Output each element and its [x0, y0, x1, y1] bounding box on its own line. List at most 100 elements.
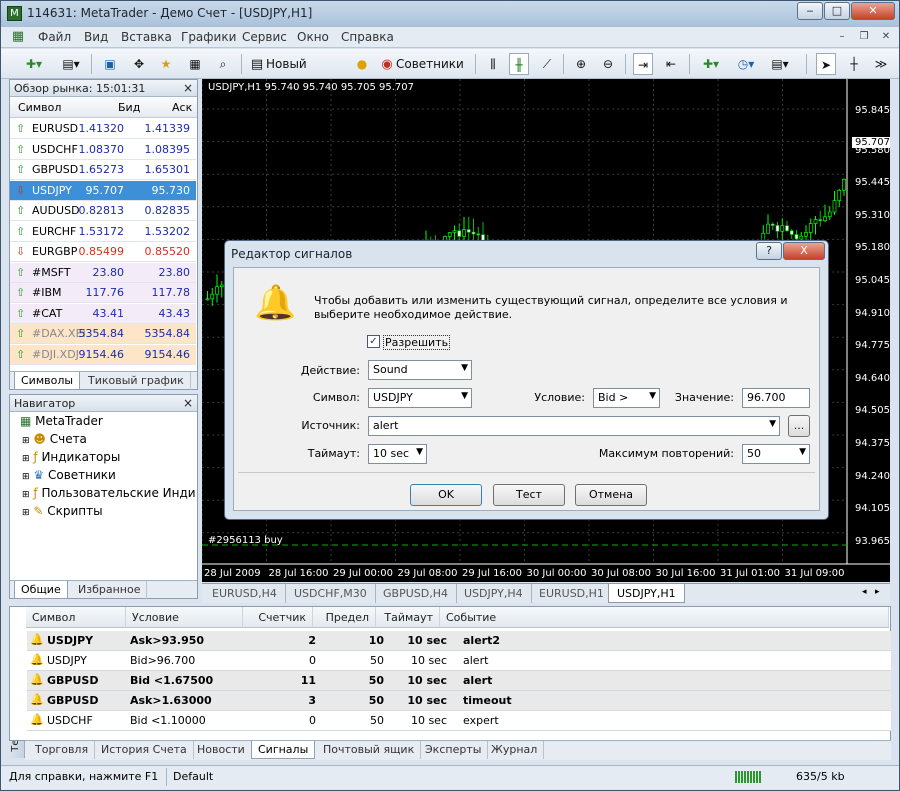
signal-row[interactable]: 🔔 USDCHF Bid <1.10000 0 50 10 sec expert [27, 711, 891, 731]
enable-checkbox[interactable]: ✓ [367, 335, 380, 348]
menu-window[interactable]: Окно [297, 30, 329, 44]
chart-tab[interactable]: USDCHF,M30 [286, 584, 376, 603]
chart-tab[interactable]: EURUSD,H4 [204, 584, 286, 603]
signal-row[interactable]: 🔔 USDJPY Bid>96.700 0 50 10 sec alert [27, 651, 891, 671]
crosshair-nav-icon[interactable]: ✥ [128, 53, 150, 75]
mdi-restore-icon[interactable]: ❐ [856, 29, 872, 45]
market-row[interactable]: ⇧ USDCHF 1.08370 1.08395 [10, 139, 196, 160]
tab-account-history[interactable]: История Счета [95, 741, 194, 759]
test-button[interactable]: Тест [493, 484, 565, 506]
expand-icon[interactable]: ⊞ [22, 436, 30, 446]
expand-icon[interactable]: ⊞ [22, 508, 30, 518]
navigator-icon[interactable]: ★ [155, 53, 177, 75]
signal-row[interactable]: 🔔 GBPUSD Bid <1.67500 11 50 10 sec alert [27, 671, 891, 691]
help-button[interactable]: ? [756, 242, 782, 260]
tester-icon[interactable]: ⌕ [212, 53, 234, 75]
menu-tools[interactable]: Сервис [242, 30, 287, 44]
tab-scroll-right-icon[interactable]: ▸ [875, 587, 880, 597]
market-row[interactable]: ⇧ AUDUSD 0.82813 0.82835 [10, 201, 196, 221]
line-chart-icon[interactable]: ⟋ [537, 53, 557, 75]
indicators-icon[interactable]: ✚▾ [697, 53, 725, 75]
zoom-in-icon[interactable]: ⊕ [571, 53, 591, 75]
market-row[interactable]: ⇩ USDJPY 95.707 95.730 [10, 180, 196, 201]
tab-experts[interactable]: Эксперты [419, 741, 489, 759]
market-row[interactable]: ⇧ #MSFT 23.80 23.80 [10, 262, 196, 283]
col-symbol[interactable]: Символ [26, 607, 126, 628]
tree-item-custom-indicators[interactable]: ⊞ ƒ Пользовательские Инди [22, 486, 196, 504]
minimize-button[interactable]: ‒ [797, 2, 823, 20]
tab-mailbox[interactable]: Почтовый ящик [317, 741, 422, 759]
browse-button[interactable]: ... [788, 415, 810, 437]
market-row[interactable]: ⇧ #DJI.XDJ 9154.46 9154.46 [10, 344, 196, 365]
market-row[interactable]: ⇩ EURGBP 0.85499 0.85520 [10, 242, 196, 262]
market-watch-icon[interactable]: ▣ [99, 53, 121, 75]
mdi-minimize-icon[interactable]: – [834, 29, 850, 45]
menu-file[interactable]: Файл [38, 30, 71, 44]
close-button[interactable]: ✕ [851, 2, 895, 20]
metaeditor-icon[interactable]: ● [353, 53, 371, 75]
chart-tab[interactable]: EURUSD,H1 [531, 584, 613, 603]
value-input[interactable]: 96.700 [742, 388, 810, 408]
signal-row[interactable]: 🔔 GBPUSD Ask>1.63000 3 50 10 sec timeout [27, 691, 891, 711]
tab-trade[interactable]: Торговля [29, 741, 96, 759]
condition-select[interactable]: Bid > ▼ [593, 388, 660, 408]
tab-news[interactable]: Новости [191, 741, 252, 759]
candlestick-icon[interactable]: ╫ [509, 53, 529, 75]
cursor-icon[interactable]: ➤ [816, 53, 836, 75]
terminal-icon[interactable]: ▦ [184, 53, 206, 75]
crosshair-icon[interactable]: ┼ [844, 53, 864, 75]
market-row[interactable]: ⇧ #CAT 43.41 43.43 [10, 303, 196, 324]
tree-item-experts[interactable]: ⊞ ♛ Советники [22, 468, 116, 486]
col-bid[interactable]: Бид [118, 101, 140, 114]
menu-view[interactable]: Вид [84, 30, 108, 44]
periods-icon[interactable]: ◷▾ [732, 53, 760, 75]
chart-tab-active[interactable]: USDJPY,H1 [608, 584, 685, 603]
cancel-button[interactable]: Отмена [575, 484, 647, 506]
close-icon[interactable]: × [183, 396, 193, 410]
symbol-select[interactable]: USDJPY ▼ [368, 388, 472, 408]
enable-label[interactable]: Разрешить [383, 335, 451, 350]
col-counter[interactable]: Счетчик [243, 607, 313, 628]
action-select[interactable]: Sound ▼ [368, 360, 472, 380]
mdi-close-icon[interactable]: ✕ [878, 29, 894, 45]
signal-row[interactable]: 🔔 USDJPY Ask>93.950 2 10 10 sec alert2 [27, 631, 891, 651]
market-row[interactable]: ⇧ #DAX.XEI 5354.84 5354.84 [10, 324, 196, 344]
expand-icon[interactable]: ⊞ [22, 490, 30, 500]
tab-favorites[interactable]: Избранное [72, 581, 148, 599]
timeout-select[interactable]: 10 sec ▼ [368, 444, 427, 464]
close-icon[interactable]: × [183, 81, 193, 95]
new-order-button[interactable]: ▤Новый Ордер [248, 53, 348, 94]
new-chart-icon[interactable]: ✚▾ [19, 53, 49, 75]
col-limit[interactable]: Предел [313, 607, 376, 628]
tree-item-accounts[interactable]: ⊞ ☻ Счета [22, 432, 87, 450]
tab-alerts[interactable]: Сигналы [251, 741, 316, 759]
tree-root[interactable]: ▦ MetaTrader [20, 414, 103, 432]
ok-button[interactable]: OK [410, 484, 482, 506]
tree-item-indicators[interactable]: ⊞ ƒ Индикаторы [22, 450, 120, 468]
tab-tick-chart[interactable]: Тиковый график [82, 372, 191, 390]
zoom-out-icon[interactable]: ⊖ [598, 53, 618, 75]
col-ask[interactable]: Аск [172, 101, 192, 114]
menu-insert[interactable]: Вставка [121, 30, 172, 44]
templates-icon[interactable]: ▤▾ [766, 53, 794, 75]
col-condition[interactable]: Условие [126, 607, 243, 628]
col-timeout[interactable]: Таймаут [376, 607, 440, 628]
tree-item-scripts[interactable]: ⊞ ✎ Скрипты [22, 504, 103, 522]
expand-icon[interactable]: ⊞ [22, 454, 30, 464]
menu-charts[interactable]: Графики [181, 30, 236, 44]
profiles-icon[interactable]: ▤▾ [56, 53, 86, 75]
chart-tab[interactable]: USDJPY,H4 [456, 584, 532, 603]
autoscroll-icon[interactable]: ⇥ [633, 53, 653, 75]
market-row[interactable]: ⇧ EURUSD 1.41320 1.41339 [10, 119, 196, 139]
tab-scroll-left-icon[interactable]: ◂ [862, 587, 867, 597]
dialog-close-button[interactable]: X [783, 242, 825, 260]
tab-common[interactable]: Общие [14, 581, 68, 599]
menu-help[interactable]: Справка [341, 30, 394, 44]
maximize-button[interactable]: □ [824, 2, 850, 20]
market-row[interactable]: ⇧ EURCHF 1.53172 1.53202 [10, 221, 196, 242]
col-event[interactable]: Событие [440, 607, 889, 628]
tab-journal[interactable]: Журнал [485, 741, 545, 759]
chart-tab[interactable]: GBPUSD,H4 [375, 584, 457, 603]
tab-symbols[interactable]: Символы [14, 372, 81, 390]
source-select[interactable]: alert ▼ [368, 416, 780, 436]
